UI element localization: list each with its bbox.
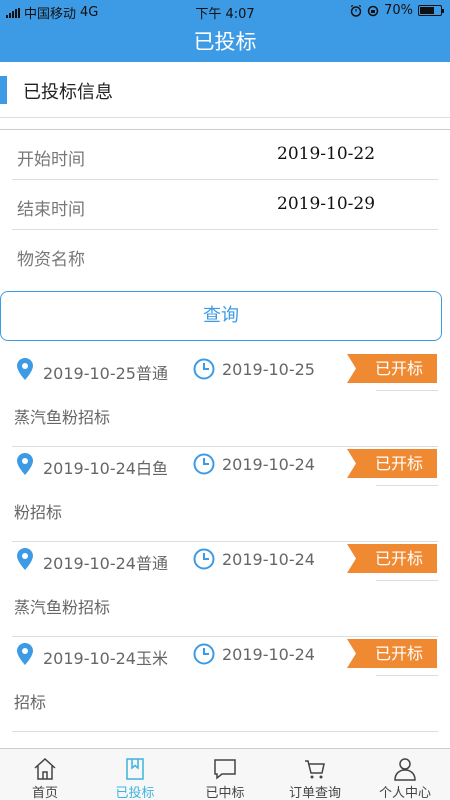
clock-icon (193, 643, 215, 665)
status-bar: 中国移动 4G 下午 4:07 70% (0, 0, 450, 22)
divider (376, 485, 438, 486)
divider (376, 390, 438, 391)
start-time-row[interactable]: 开始时间 2019-10-22 (0, 130, 450, 180)
bid-list-item[interactable]: 2019-10-25普通 2019-10-25 已开标 蒸汽鱼粉招标 (0, 352, 450, 447)
section-title: 已投标信息 (23, 82, 113, 103)
tab-bids[interactable]: 已投标 (90, 749, 180, 800)
bid-list-item[interactable]: 2019-10-24普通 2019-10-24 已开标 蒸汽鱼粉招标 (0, 542, 450, 637)
bid-name-text: 招标 (14, 693, 47, 712)
divider (376, 675, 438, 676)
bid-date: 2019-10-24 (222, 550, 315, 569)
tab-label: 订单查询 (288, 786, 341, 800)
location-pin-icon (17, 453, 33, 475)
clock-icon (193, 453, 215, 475)
section-accent-bar (0, 76, 7, 104)
bid-name-text: 粉招标 (14, 503, 63, 522)
chat-icon (214, 759, 236, 780)
user-icon (394, 758, 416, 781)
rotation-lock-icon (367, 5, 379, 16)
bid-list-item[interactable]: 2019-10-24白鱼 2019-10-24 已开标 粉招标 (0, 447, 450, 542)
battery-icon (418, 5, 444, 16)
bid-date: 2019-10-24 (222, 645, 315, 664)
end-time-row[interactable]: 结束时间 2019-10-29 (0, 180, 450, 230)
location-pin-icon (17, 548, 33, 570)
end-time-label: 结束时间 (17, 200, 85, 220)
end-time-input[interactable]: 2019-10-29 (277, 194, 375, 214)
bottom-tab-bar: 首页 已投标 已中标 订单查询 个人中心 (0, 748, 450, 800)
goods-name-label: 物资名称 (17, 250, 85, 270)
goods-name-row[interactable]: 物资名称 (0, 230, 450, 280)
start-time-input[interactable]: 2019-10-22 (277, 144, 375, 164)
cart-icon (305, 760, 325, 779)
location-pin-icon (17, 643, 33, 665)
bid-location-text: 2019-10-25普通 (43, 364, 168, 383)
tab-profile[interactable]: 个人中心 (360, 749, 450, 800)
bid-date: 2019-10-25 (222, 360, 315, 379)
bid-location-text: 2019-10-24普通 (43, 554, 168, 573)
status-badge: 已开标 (347, 354, 437, 383)
status-badge: 已开标 (347, 449, 437, 478)
tab-label: 个人中心 (378, 786, 431, 800)
battery-percent: 70% (384, 3, 413, 18)
divider (12, 731, 438, 732)
alarm-icon (350, 4, 362, 17)
page-title: 已投标 (0, 22, 450, 62)
bid-name-text: 蒸汽鱼粉招标 (14, 598, 111, 617)
bid-date: 2019-10-24 (222, 455, 315, 474)
bid-location-text: 2019-10-24玉米 (43, 649, 168, 668)
bid-list-item[interactable]: 2019-10-24玉米 2019-10-24 已开标 招标 (0, 637, 450, 732)
tab-label: 已中标 (205, 786, 245, 800)
tab-label: 首页 (31, 786, 58, 800)
section-header: 已投标信息 (0, 62, 450, 118)
bookmark-icon (126, 758, 144, 780)
divider (0, 118, 450, 130)
home-icon (34, 757, 56, 780)
bid-location-text: 2019-10-24白鱼 (43, 459, 168, 478)
tab-label: 已投标 (115, 786, 155, 800)
query-button[interactable]: 查询 (0, 291, 442, 341)
bid-name-text: 蒸汽鱼粉招标 (14, 408, 111, 427)
location-pin-icon (17, 358, 33, 380)
status-badge: 已开标 (347, 544, 437, 573)
divider (376, 580, 438, 581)
clock-icon (193, 358, 215, 380)
clock-icon (193, 548, 215, 570)
tab-orders[interactable]: 订单查询 (270, 749, 360, 800)
status-badge: 已开标 (347, 639, 437, 668)
tab-won[interactable]: 已中标 (180, 749, 270, 800)
tab-home[interactable]: 首页 (0, 749, 90, 800)
start-time-label: 开始时间 (17, 150, 85, 170)
